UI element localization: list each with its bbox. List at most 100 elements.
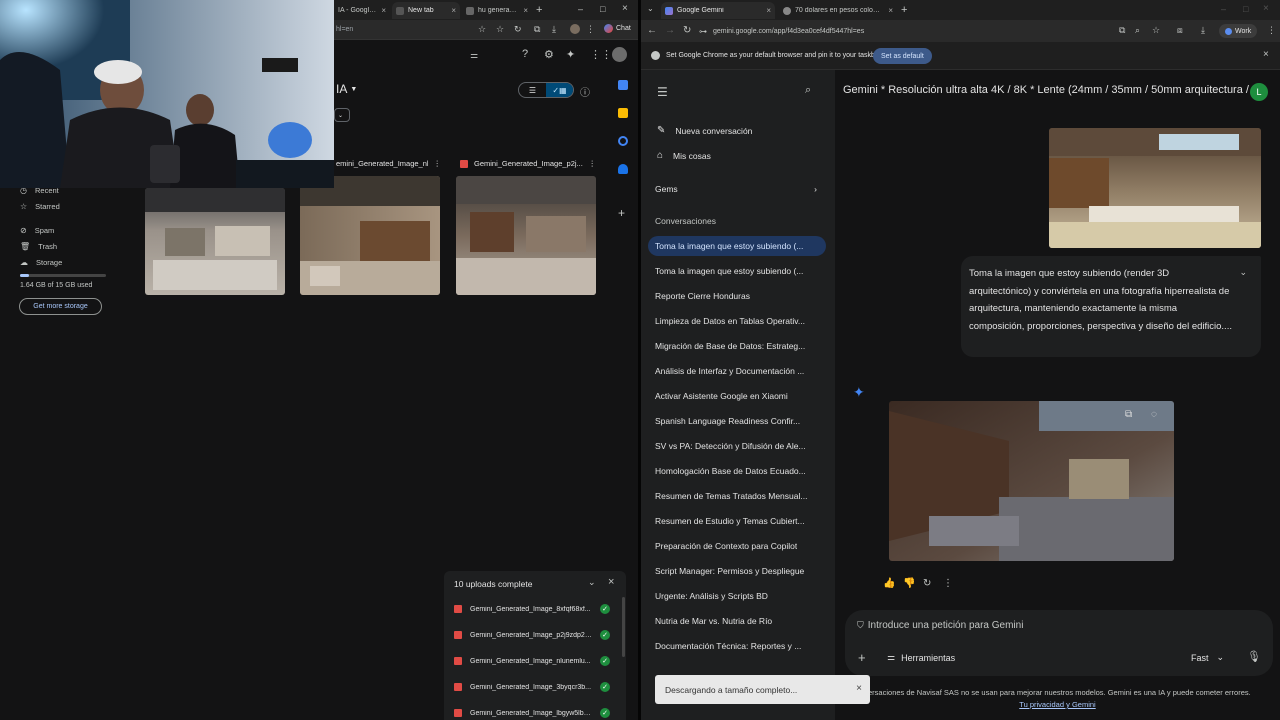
- forward-icon[interactable]: →: [665, 25, 675, 36]
- conversation-item[interactable]: Toma la imagen que estoy subiendo (...: [648, 261, 826, 281]
- conversation-item[interactable]: Limpieza de Datos en Tablas Operativ...: [648, 311, 826, 331]
- more-vert-icon[interactable]: ⋮: [589, 159, 597, 168]
- file-card-title[interactable]: emini_Generated_Image_nlu... ⋮: [336, 159, 441, 168]
- expand-chevron-icon[interactable]: ⌄: [1239, 264, 1247, 282]
- copy-icon[interactable]: ⧉: [1125, 409, 1132, 420]
- nav-spam[interactable]: ⊘ Spam: [20, 226, 54, 235]
- refresh-icon[interactable]: ↻: [514, 24, 522, 35]
- file-card-title[interactable]: Gemini_Generated_Image_p2j... ⋮: [460, 159, 596, 168]
- tab-search-icon[interactable]: ⌄: [647, 4, 654, 13]
- new-tab-button[interactable]: +: [536, 4, 542, 16]
- my-stuff-button[interactable]: ⌂ Mis cosas: [657, 150, 711, 161]
- upload-item[interactable]: Gemini_Generated_Image_8xfqf68xf... ✓: [444, 597, 626, 621]
- uploaded-image[interactable]: [1049, 128, 1261, 248]
- filter-chip[interactable]: ⌄: [334, 108, 350, 122]
- close-icon[interactable]: ×: [888, 6, 893, 15]
- close-icon[interactable]: ×: [856, 683, 862, 694]
- contacts-icon[interactable]: [618, 164, 628, 174]
- zoom-icon[interactable]: ⌕: [1135, 25, 1140, 36]
- tab-new-tab[interactable]: New tab ×: [392, 2, 460, 19]
- nav-trash[interactable]: 🗑 Trash: [20, 242, 57, 251]
- thumbs-up-icon[interactable]: 👍: [883, 578, 895, 589]
- close-icon[interactable]: ×: [381, 6, 386, 15]
- add-icon[interactable]: +: [858, 650, 866, 665]
- conversation-item[interactable]: Script Manager: Permisos y Despliegue: [648, 561, 826, 581]
- profile-chip[interactable]: Work: [1219, 24, 1258, 38]
- grid-view-icon[interactable]: ✓▦: [546, 83, 573, 97]
- tools-button[interactable]: ⚌ Herramientas: [887, 652, 955, 663]
- generated-image[interactable]: ⧉ ◌: [889, 401, 1174, 561]
- tab-google-gemini[interactable]: Google Gemini ×: [661, 2, 775, 19]
- nav-starred[interactable]: ☆ Starred: [20, 202, 60, 211]
- window-close-icon[interactable]: ×: [622, 3, 628, 14]
- chat-title[interactable]: Gemini * Resolución ultra alta 4K / 8K *…: [843, 84, 1253, 96]
- tasks-icon[interactable]: [618, 136, 628, 146]
- nav-storage[interactable]: ☁ Storage: [20, 258, 62, 267]
- file-thumbnail[interactable]: [300, 176, 440, 295]
- tab-drive[interactable]: IA - Google Dri ×: [334, 2, 390, 19]
- close-icon[interactable]: ×: [523, 6, 528, 15]
- new-tab-button[interactable]: +: [901, 4, 907, 16]
- menu-dots-icon[interactable]: ⋮: [1267, 25, 1276, 36]
- download-icon[interactable]: ⤓: [1201, 25, 1205, 36]
- site-info-icon[interactable]: ⊶: [699, 27, 707, 36]
- account-avatar[interactable]: L: [1250, 83, 1268, 101]
- url-fragment[interactable]: hl=en: [336, 26, 353, 33]
- conversation-item[interactable]: Preparación de Contexto para Copilot: [648, 536, 826, 556]
- profile-avatar[interactable]: [570, 24, 580, 34]
- filter-icon[interactable]: ⚌: [470, 50, 478, 61]
- conversation-item[interactable]: Spanish Language Readiness Confir...: [648, 411, 826, 431]
- conversation-item[interactable]: Resumen de Temas Tratados Mensual...: [648, 486, 826, 506]
- omnibox[interactable]: ⊶ gemini.google.com/app/f4d3ea0cef4df5447…: [699, 23, 1109, 39]
- conversation-item[interactable]: Activar Asistente Google en Xiaomi: [648, 386, 826, 406]
- collapse-icon[interactable]: ⌄: [588, 577, 596, 588]
- gemini-sparkle-icon[interactable]: ✦: [566, 48, 575, 61]
- keep-icon[interactable]: [618, 108, 628, 118]
- bookmark-star-icon[interactable]: ☆: [478, 24, 486, 35]
- microphone-icon[interactable]: 🎙: [1247, 650, 1261, 663]
- privacy-link[interactable]: Tu privacidad y Gemini: [835, 700, 1280, 709]
- close-icon[interactable]: ×: [451, 6, 456, 15]
- close-icon[interactable]: ×: [1263, 49, 1269, 60]
- file-thumbnail[interactable]: [145, 188, 285, 295]
- file-thumbnail[interactable]: [456, 176, 596, 295]
- conversation-item[interactable]: Reporte Cierre Honduras: [648, 286, 826, 306]
- conversation-item[interactable]: Análisis de Interfaz y Documentación ...: [648, 361, 826, 381]
- conversation-item[interactable]: Documentación Técnica: Reportes y ...: [648, 636, 826, 656]
- conversation-item[interactable]: SV vs PA: Detección y Difusión de Ale...: [648, 436, 826, 456]
- conversation-item[interactable]: Nutria de Mar vs. Nutria de Río: [648, 611, 826, 631]
- chat-button[interactable]: Chat: [604, 24, 631, 33]
- set-default-button[interactable]: Set as default: [873, 48, 932, 64]
- gems-row[interactable]: Gems ›: [655, 184, 817, 194]
- minimize-icon[interactable]: –: [578, 4, 583, 14]
- maximize-icon[interactable]: □: [600, 4, 605, 14]
- more-vert-icon[interactable]: ⋮: [434, 159, 442, 168]
- conversation-item[interactable]: Resumen de Estudio y Temas Cubiert...: [648, 511, 826, 531]
- menu-icon[interactable]: ☰: [657, 85, 668, 99]
- maximize-icon[interactable]: □: [1243, 4, 1248, 14]
- minimize-icon[interactable]: –: [1221, 4, 1226, 14]
- extension-icon[interactable]: ⧈: [1177, 25, 1183, 36]
- get-more-storage-button[interactable]: Get more storage: [19, 298, 102, 315]
- calendar-icon[interactable]: [618, 80, 628, 90]
- account-avatar[interactable]: [612, 47, 627, 62]
- list-view-icon[interactable]: ☰: [519, 83, 546, 97]
- more-vert-icon[interactable]: ⋮: [943, 578, 953, 589]
- translate-icon[interactable]: ⧉: [1119, 25, 1125, 36]
- upload-item[interactable]: Gemini_Generated_Image_3byqcr3b... ✓: [444, 675, 626, 699]
- prompt-input[interactable]: ⛉ Introduce una petición para Gemini: [857, 620, 1023, 631]
- tab-pesos[interactable]: 70 dolares en pesos colombiano×: [779, 2, 897, 19]
- upload-item[interactable]: Gemini_Generated_Image_nlunemlu... ✓: [444, 649, 626, 673]
- refresh-icon[interactable]: ↻: [683, 25, 691, 36]
- search-icon[interactable]: ⌕: [805, 84, 811, 97]
- apps-grid-icon[interactable]: ⋮⋮: [590, 48, 612, 61]
- new-chat-button[interactable]: ✎ Nueva conversación: [657, 125, 752, 136]
- window-close-icon[interactable]: ×: [1263, 3, 1269, 14]
- regenerate-icon[interactable]: ↻: [923, 578, 931, 589]
- tab-hu-generacion[interactable]: hu generacion ×: [462, 2, 532, 19]
- gear-icon[interactable]: ⚙: [544, 48, 554, 61]
- thumbs-down-icon[interactable]: 👎: [903, 578, 915, 589]
- mode-selector[interactable]: Fast ⌄: [1191, 652, 1224, 663]
- conversation-item[interactable]: Migración de Base de Datos: Estrateg...: [648, 336, 826, 356]
- scrollbar[interactable]: [622, 597, 625, 657]
